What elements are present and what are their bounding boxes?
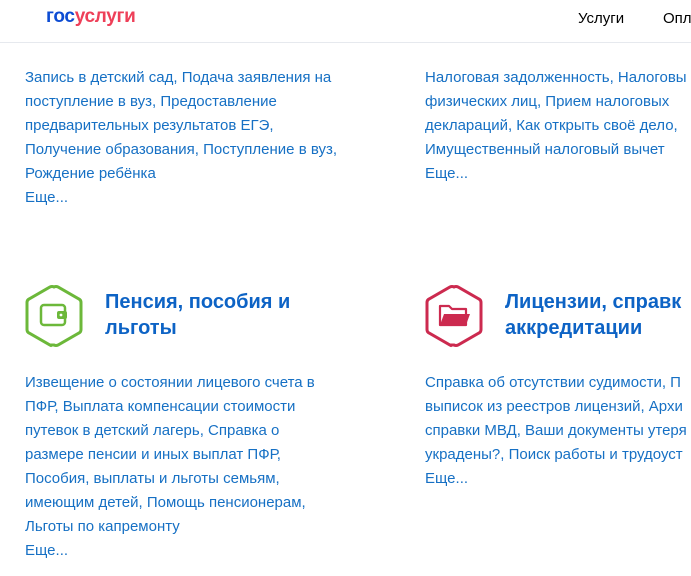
nav-item-payment[interactable]: Опл bbox=[663, 9, 691, 29]
category-pension-links[interactable]: Извещение о состоянии лицевого счета в П… bbox=[25, 371, 365, 539]
folder-icon bbox=[425, 285, 483, 347]
category-taxes-links[interactable]: Налоговая задолженность, Налоговы физиче… bbox=[425, 66, 691, 162]
category-taxes-more-link[interactable]: Еще... bbox=[425, 162, 468, 186]
logo-part-gos: гос bbox=[46, 6, 75, 27]
category-pension-title-line2: льготы bbox=[105, 317, 177, 339]
logo-part-uslugi: услуги bbox=[74, 6, 136, 27]
category-licenses-header[interactable]: Лицензии, справк аккредитации bbox=[424, 284, 691, 348]
category-pension-title[interactable]: Пенсия, пособия и льготы bbox=[105, 289, 365, 341]
category-licenses-title[interactable]: Лицензии, справк аккредитации bbox=[505, 289, 691, 341]
category-licenses-title-line1: Лицензии, справк bbox=[505, 291, 682, 313]
category-licenses-title-line2: аккредитации bbox=[505, 317, 643, 339]
category-education-links[interactable]: Запись в детский сад, Подача заявления н… bbox=[25, 66, 365, 186]
category-licenses-more-link[interactable]: Еще... bbox=[425, 467, 468, 491]
gosuslugi-logo[interactable]: госуслуги bbox=[46, 5, 136, 29]
category-pension-title-line1: Пенсия, пособия и bbox=[105, 291, 291, 313]
nav-item-services[interactable]: Услуги bbox=[578, 9, 624, 29]
site-header: госуслуги Услуги Опл bbox=[0, 0, 691, 43]
category-licenses-links[interactable]: Справка об отсутствии судимости, П выпис… bbox=[425, 371, 691, 467]
category-pension-more-link[interactable]: Еще... bbox=[25, 539, 68, 563]
wallet-icon bbox=[25, 285, 83, 347]
category-education-more-link[interactable]: Еще... bbox=[25, 186, 68, 210]
category-pension-header[interactable]: Пенсия, пособия и льготы bbox=[24, 284, 344, 348]
